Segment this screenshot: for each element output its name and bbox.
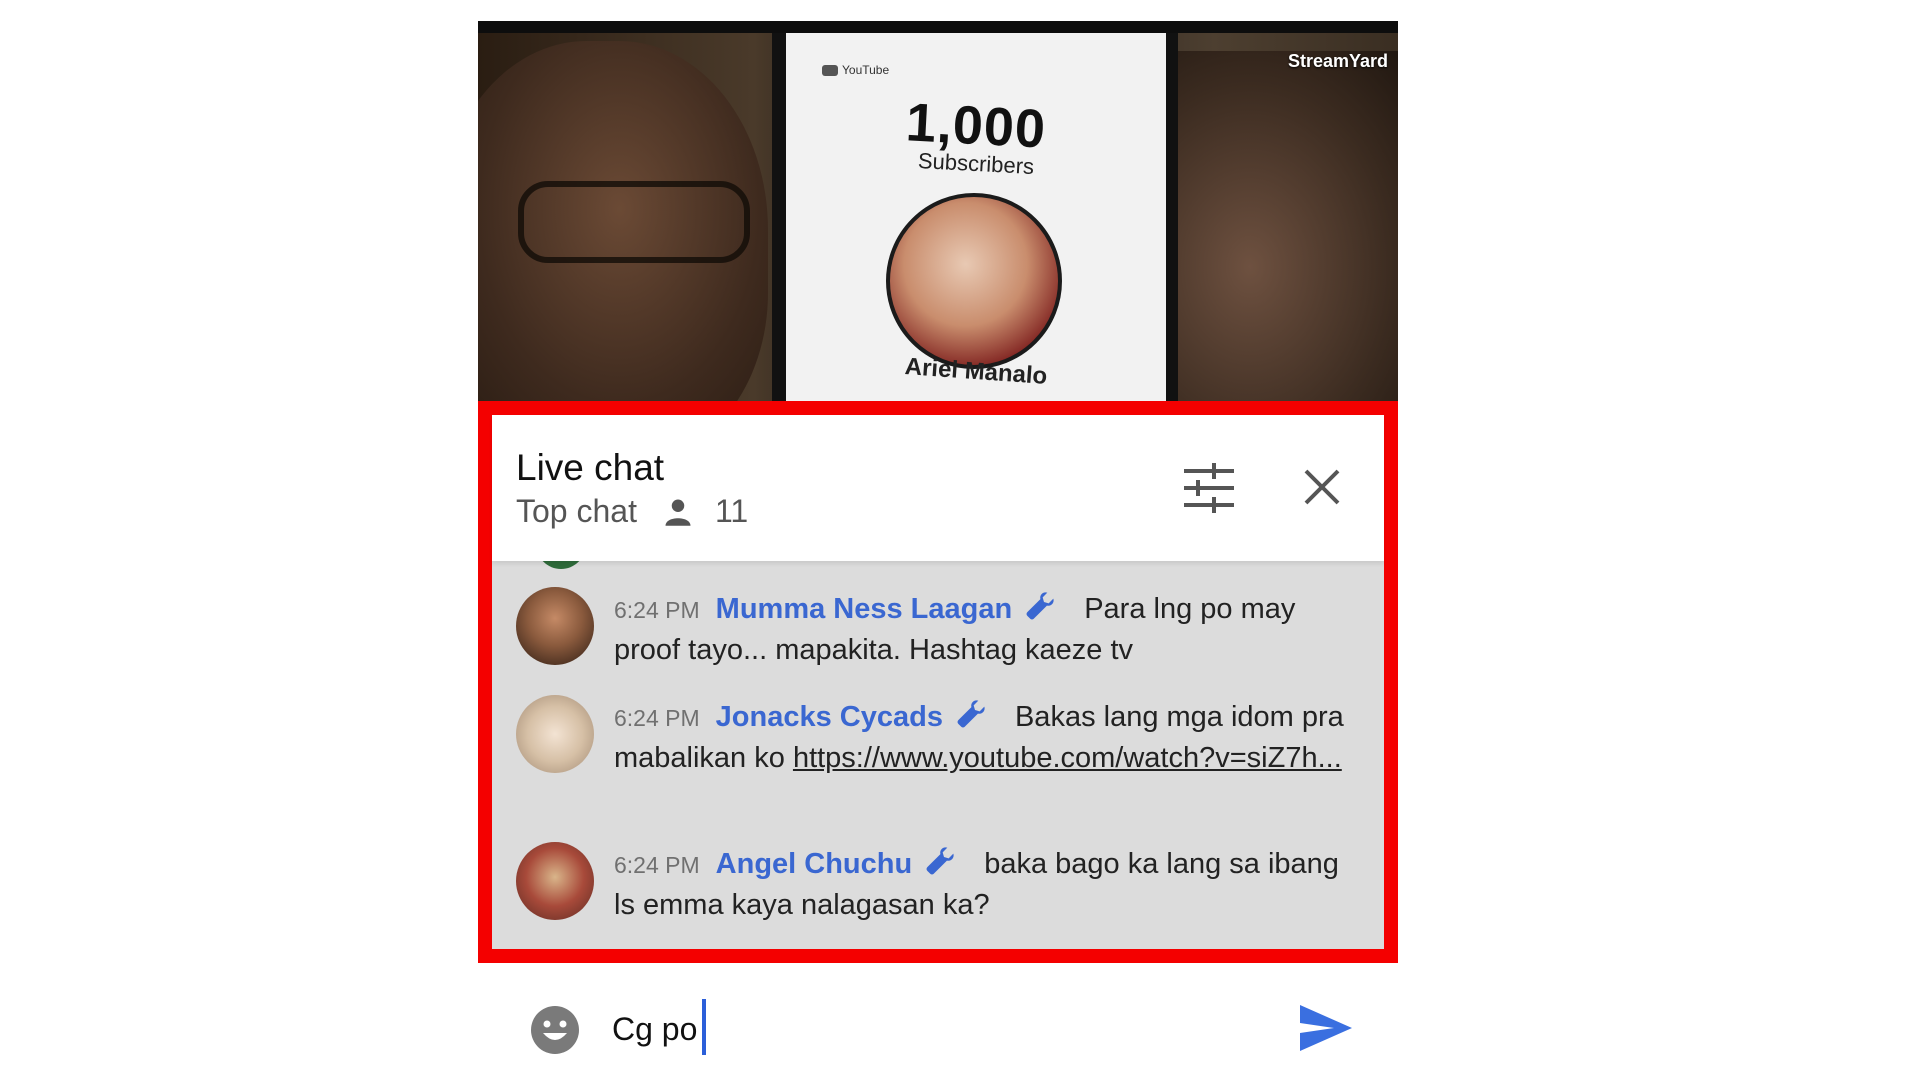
avatar[interactable] xyxy=(516,695,594,773)
message-author[interactable]: Mumma Ness Laagan xyxy=(716,593,1013,625)
emoji-icon[interactable] xyxy=(530,1005,580,1055)
text-caret xyxy=(702,999,706,1055)
chat-mode-label[interactable]: Top chat xyxy=(516,493,637,530)
avatar[interactable] xyxy=(516,842,594,920)
person-icon xyxy=(665,499,691,526)
wrench-icon xyxy=(957,700,985,728)
streamer-hand xyxy=(1178,51,1398,401)
video-top-bar xyxy=(478,21,1398,33)
youtube-mini-logo: YouTube xyxy=(822,63,889,77)
tune-icon[interactable] xyxy=(1182,463,1236,513)
chat-header: Live chat Top chat 11 xyxy=(492,415,1384,561)
live-video-player[interactable]: YouTube 1,000 Subscribers Ariel Manalo S… xyxy=(478,21,1398,401)
message-time: 6:24 PM xyxy=(614,852,700,878)
streamer-glasses xyxy=(518,181,750,263)
phone-screen: YouTube 1,000 Subscribers Ariel Manalo S… xyxy=(478,21,1398,1080)
send-icon[interactable] xyxy=(1298,1001,1354,1055)
message-author[interactable]: Angel Chuchu xyxy=(716,848,913,880)
chat-message-text: 6:24 PM Mumma Ness Laagan Para lng po may … xyxy=(614,589,1364,670)
held-phone-display: YouTube 1,000 Subscribers Ariel Manalo xyxy=(786,33,1166,401)
avatar[interactable] xyxy=(516,587,594,665)
message-author[interactable]: Jonacks Cycads xyxy=(716,701,943,733)
chat-message-text: 6:24 PM Angel Chuchu baka bago ka lang sa … xyxy=(614,844,1364,925)
viewer-count: 11 xyxy=(714,493,749,529)
close-icon[interactable] xyxy=(1300,465,1344,509)
avatar xyxy=(536,561,586,569)
chat-input-bar xyxy=(478,963,1398,1080)
chat-message-list[interactable]: 6:24 PM Mumma Ness Laagan Para lng po may … xyxy=(492,561,1384,949)
streamyard-watermark: StreamYard xyxy=(1287,51,1388,71)
chat-mode-selector[interactable]: Top chat 11 xyxy=(516,493,748,530)
message-time: 6:24 PM xyxy=(614,597,700,623)
wrench-icon xyxy=(1026,592,1054,620)
channel-avatar xyxy=(886,193,1062,369)
message-time: 6:24 PM xyxy=(614,705,700,731)
chat-title: Live chat xyxy=(516,447,665,488)
message-link[interactable]: https://www.youtube.com/watch?v=siZ7h... xyxy=(793,742,1342,774)
wrench-icon xyxy=(926,847,954,875)
held-phone: YouTube 1,000 Subscribers Ariel Manalo xyxy=(772,33,1178,401)
live-chat-panel: Live chat Top chat 11 6:24 PM Mumma Ness… xyxy=(478,401,1398,963)
chat-message-text: 6:24 PM Jonacks Cycads Bakas lang mga idom… xyxy=(614,697,1364,778)
